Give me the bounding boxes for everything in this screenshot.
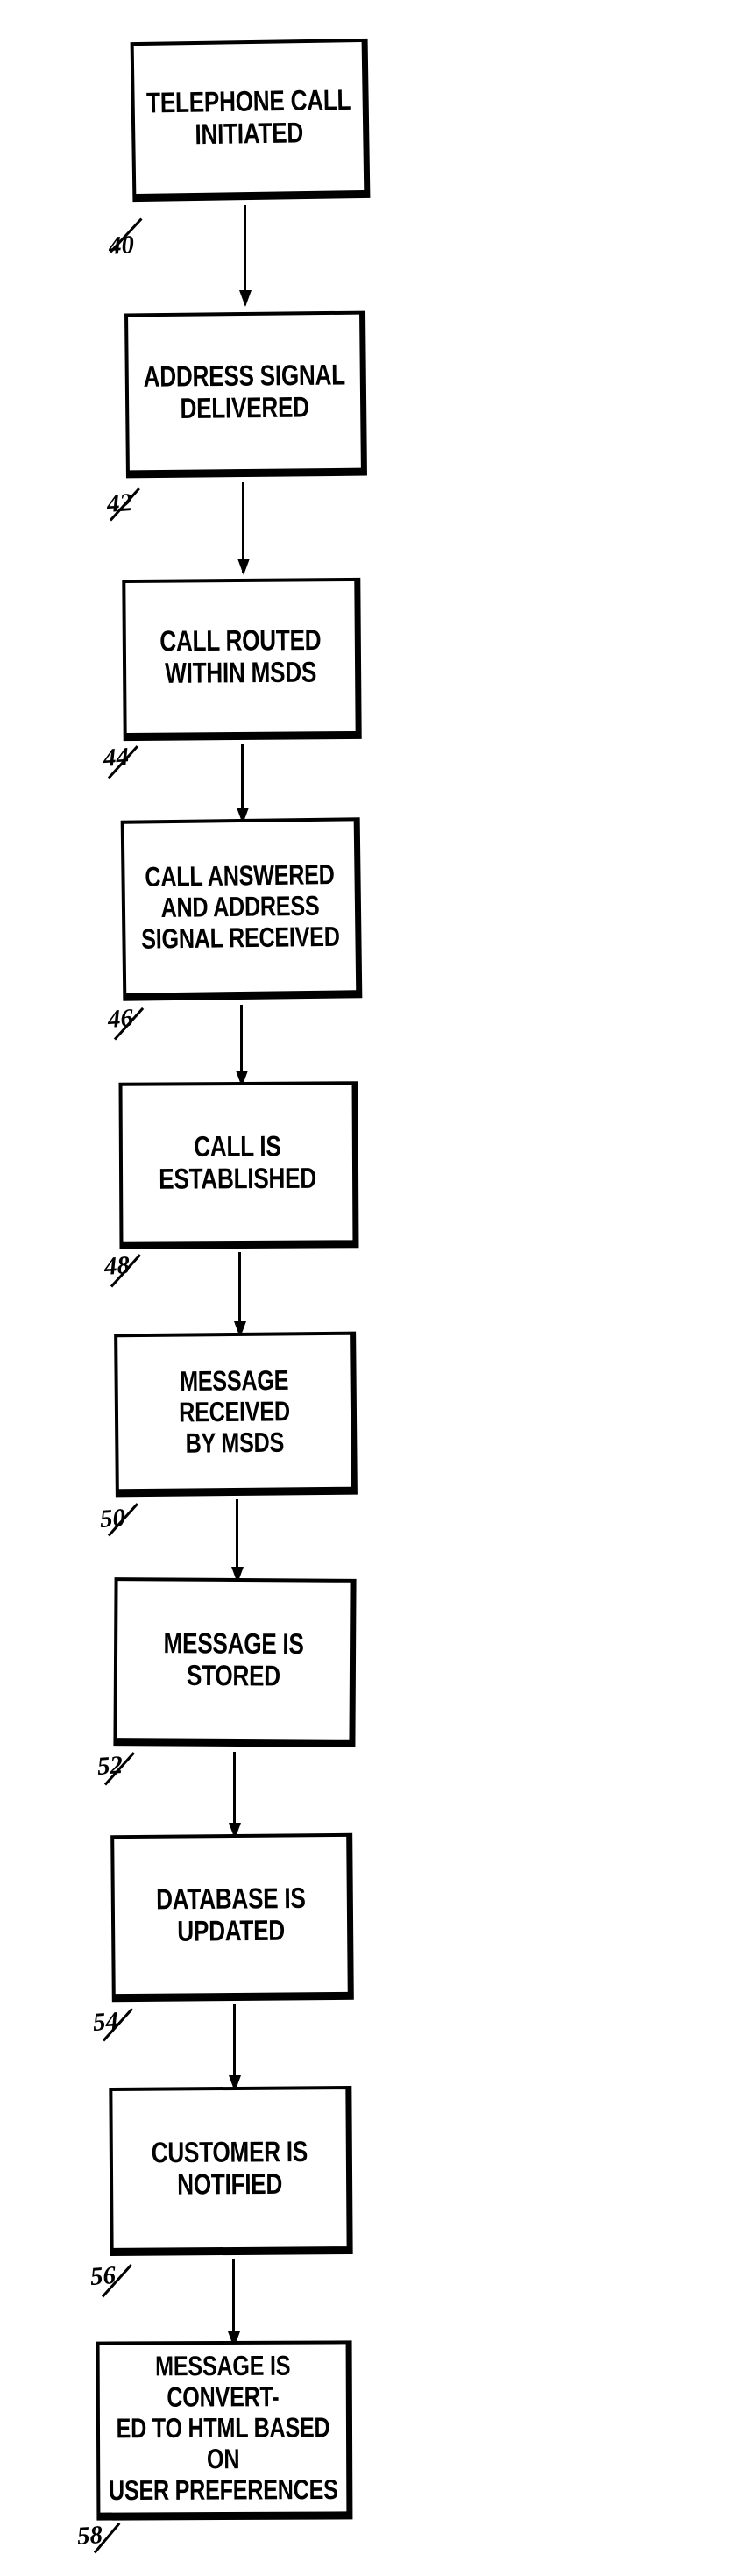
flow-node-telephone-call-initiated: TELEPHONE CALL INITIATED xyxy=(130,38,371,203)
flow-node-call-answered-and-address-signal-received: CALL ANSWERED AND ADDRESS SIGNAL RECEIVE… xyxy=(120,817,363,1001)
ref-numeral-50: 50 xyxy=(98,1504,127,1534)
flow-arrow-8-to-9 xyxy=(233,2004,236,2090)
flow-arrow-6-to-7 xyxy=(236,1499,238,1582)
flow-node-message-is-stored: MESSAGE IS STORED xyxy=(113,1577,357,1747)
ref-numeral-44: 44 xyxy=(102,743,131,772)
patent-flowchart-figure: TELEPHONE CALL INITIATED 40 ADDRESS SIGN… xyxy=(0,0,744,2576)
ref-numeral-56: 56 xyxy=(89,2261,117,2291)
flow-node-label: CALL ANSWERED AND ADDRESS SIGNAL RECEIVE… xyxy=(140,857,340,956)
flow-arrow-1-to-2 xyxy=(244,205,246,305)
flow-node-call-routed-within-msds: CALL ROUTED WITHIN MSDS xyxy=(122,577,362,742)
ref-numeral-48: 48 xyxy=(103,1251,131,1281)
flow-node-database-is-updated: DATABASE IS UPDATED xyxy=(110,1832,354,2003)
ref-numeral-40: 40 xyxy=(107,231,136,260)
ref-numeral-46: 46 xyxy=(106,1004,135,1034)
ref-numeral-52: 52 xyxy=(96,1751,124,1781)
flow-node-label: TELEPHONE CALL INITIATED xyxy=(145,83,351,152)
flow-node-label: MESSAGE IS CONVERT- ED TO HTML BASED ON … xyxy=(108,2349,338,2507)
flow-node-label: ADDRESS SIGNAL DELIVERED xyxy=(143,359,346,425)
ref-numeral-58: 58 xyxy=(75,2521,104,2551)
flow-arrow-4-to-5 xyxy=(240,1005,243,1085)
flow-node-label: DATABASE IS UPDATED xyxy=(155,1882,306,1948)
flow-arrow-7-to-8 xyxy=(233,1752,236,1838)
flow-arrow-2-to-3 xyxy=(242,482,244,573)
flow-node-label: MESSAGE IS STORED xyxy=(163,1627,304,1693)
ref-numeral-42: 42 xyxy=(105,488,134,518)
flow-node-call-is-established: CALL IS ESTABLISHED xyxy=(118,1081,359,1249)
flow-arrow-9-to-10 xyxy=(232,2259,235,2346)
flow-node-label: CALL ROUTED WITHIN MSDS xyxy=(159,623,322,690)
flow-node-label: MESSAGE RECEIVED BY MSDS xyxy=(178,1363,290,1460)
flow-node-address-signal-delivered: ADDRESS SIGNAL DELIVERED xyxy=(124,310,367,479)
ref-numeral-54: 54 xyxy=(91,2007,120,2037)
flow-arrow-5-to-6 xyxy=(238,1252,241,1336)
flow-node-customer-is-notified: CUSTOMER IS NOTIFIED xyxy=(109,2086,353,2256)
flow-node-label: CALL IS ESTABLISHED xyxy=(159,1130,317,1196)
flow-arrow-3-to-4 xyxy=(241,744,244,822)
flow-node-message-is-converted-to-html: MESSAGE IS CONVERT- ED TO HTML BASED ON … xyxy=(96,2340,353,2521)
flow-node-message-received-by-msds: MESSAGE RECEIVED BY MSDS xyxy=(114,1331,358,1498)
flow-node-label: CUSTOMER IS NOTIFIED xyxy=(151,2136,308,2202)
